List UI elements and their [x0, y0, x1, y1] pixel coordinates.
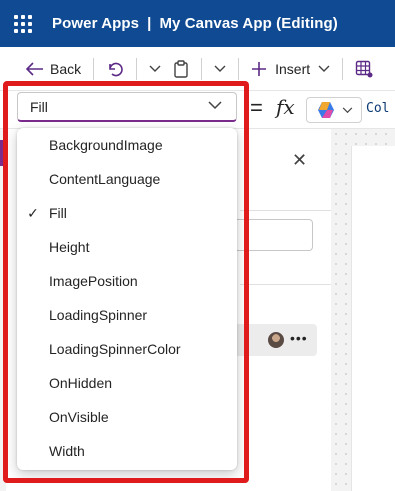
option-label: ImagePosition [49, 273, 138, 289]
divider [238, 57, 240, 80]
app-title: Power Apps | My Canvas App (Editing) [52, 15, 338, 32]
option-width[interactable]: Width [17, 434, 237, 468]
divider [240, 284, 331, 285]
back-button[interactable]: Back [20, 47, 87, 90]
undo-icon [109, 62, 123, 76]
divider [93, 57, 95, 80]
option-label: ContentLanguage [49, 171, 161, 187]
formula-text[interactable]: Col [366, 101, 389, 116]
option-onvisible[interactable]: OnVisible [17, 400, 237, 434]
title-separator: | [147, 15, 152, 32]
chevron-down-icon [214, 65, 226, 72]
option-label: Width [49, 443, 85, 459]
add-data-button[interactable] [349, 47, 379, 90]
paste-button[interactable] [167, 47, 195, 90]
table-icon [355, 60, 373, 77]
option-label: Height [49, 239, 90, 255]
option-loadingspinnercolor[interactable]: LoadingSpinnerColor [17, 332, 237, 366]
avatar [268, 332, 284, 348]
option-imageposition[interactable]: ImagePosition [17, 264, 237, 298]
app-name: My Canvas App (Editing) [159, 15, 338, 32]
undo-button[interactable] [100, 47, 130, 90]
option-fill[interactable]: ✓ Fill [17, 196, 237, 230]
option-height[interactable]: Height [17, 230, 237, 264]
option-label: Fill [49, 205, 67, 221]
chevron-down-icon [208, 101, 222, 110]
option-loadingspinner[interactable]: LoadingSpinner [17, 298, 237, 332]
option-label: OnVisible [49, 409, 109, 425]
option-label: LoadingSpinner [49, 307, 148, 323]
product-name: Power Apps [52, 15, 140, 32]
option-onhidden[interactable]: OnHidden [17, 366, 237, 400]
canvas-screen[interactable] [351, 146, 395, 491]
insert-label: Insert [275, 60, 311, 77]
divider [240, 210, 331, 211]
app-header: Power Apps | My Canvas App (Editing) [0, 0, 395, 47]
plus-icon [252, 61, 267, 76]
fx-icon[interactable]: fx [276, 95, 295, 119]
close-icon[interactable]: ✕ [292, 150, 307, 171]
equals-sign: = [250, 95, 263, 120]
option-contentlanguage[interactable]: ContentLanguage [17, 162, 237, 196]
property-dropdown[interactable]: Fill [17, 92, 237, 122]
undo-menu-button[interactable] [143, 47, 167, 90]
chevron-down-icon [318, 65, 330, 72]
option-label: OnHidden [49, 375, 113, 391]
insert-button[interactable]: Insert [245, 47, 336, 90]
option-label: BackgroundImage [49, 137, 163, 153]
copilot-button[interactable] [306, 97, 362, 123]
option-backgroundimage[interactable]: BackgroundImage [17, 128, 237, 162]
copilot-icon [317, 102, 334, 118]
divider [342, 57, 344, 80]
property-listbox: BackgroundImage ContentLanguage ✓ Fill H… [17, 128, 237, 470]
rail-active-indicator [0, 140, 3, 166]
waffle-icon[interactable] [12, 13, 34, 35]
chevron-down-icon [149, 65, 161, 72]
paste-menu-button[interactable] [208, 47, 232, 90]
back-arrow-icon [26, 61, 43, 76]
paste-icon [174, 59, 188, 78]
property-dropdown-value: Fill [30, 98, 48, 115]
more-icon[interactable]: ••• [290, 330, 308, 346]
command-bar: Back Insert [0, 47, 395, 91]
back-label: Back [50, 60, 82, 77]
divider [201, 57, 203, 80]
divider [136, 57, 138, 80]
chevron-down-icon [342, 106, 352, 113]
checkmark-icon: ✓ [27, 204, 39, 221]
option-label: LoadingSpinnerColor [49, 341, 181, 357]
